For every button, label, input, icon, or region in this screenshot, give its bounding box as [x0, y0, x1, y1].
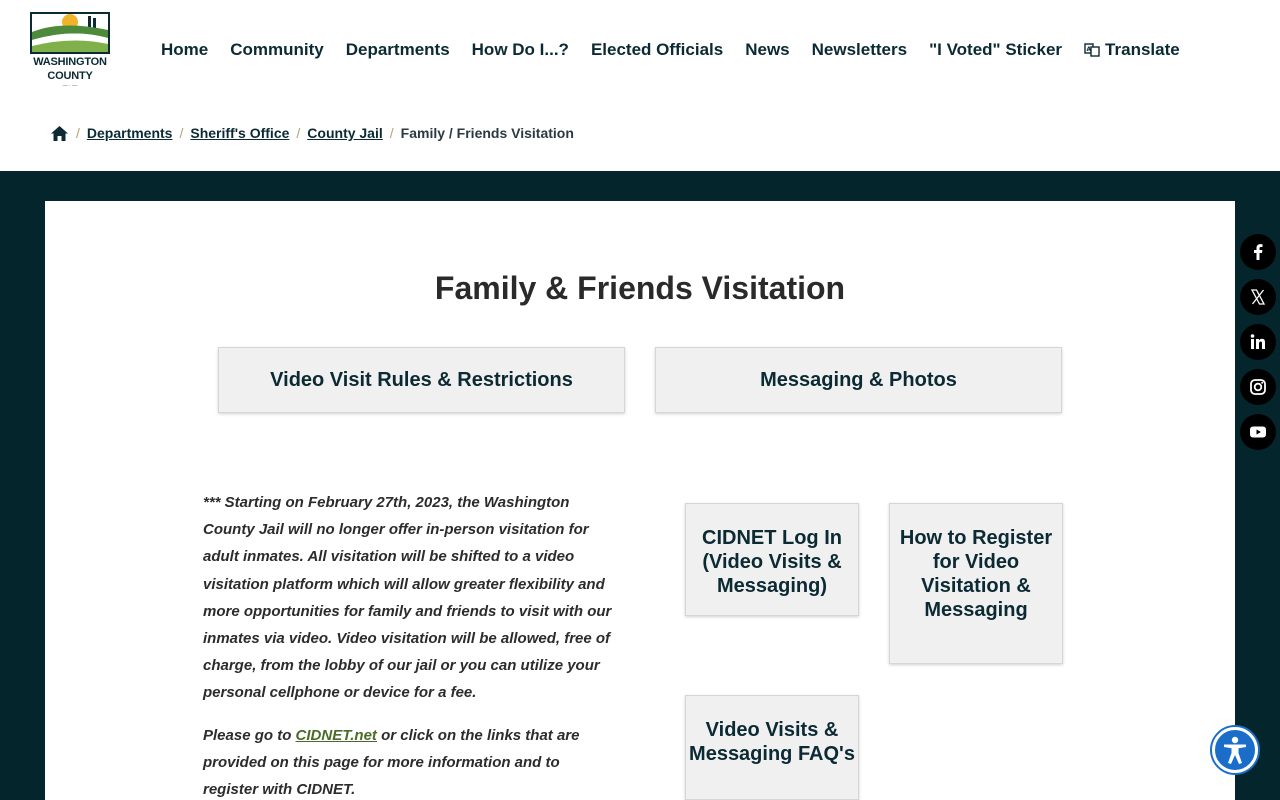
logo-text-washington: WASHINGTON: [33, 56, 107, 68]
linkedin-icon[interactable]: [1240, 324, 1276, 360]
notice-paragraph: *** Starting on February 27th, 2023, the…: [203, 494, 612, 702]
breadcrumb-county-jail[interactable]: County Jail: [307, 125, 382, 141]
nav-translate-label: Translate: [1105, 40, 1180, 59]
site-header: WASHINGTON COUNTY — · — Home Community D…: [0, 0, 1280, 100]
nav-translate[interactable]: A Translate: [1084, 40, 1180, 60]
visitation-notice: *** Starting on February 27th, 2023, the…: [203, 489, 618, 800]
nav-community[interactable]: Community: [230, 40, 324, 60]
breadcrumb-separator: /: [296, 125, 301, 141]
cidnet-login-tile[interactable]: CIDNET Log In (Video Visits & Messaging): [685, 503, 859, 616]
breadcrumb: / Departments / Sheriff's Office / Count…: [50, 122, 574, 144]
breadcrumb-separator: /: [179, 125, 184, 141]
register-video-visitation-tile[interactable]: How to Register for Video Visitation & M…: [889, 503, 1063, 664]
cidnet-text-pre: Please go to: [203, 726, 296, 744]
translate-icon: A: [1084, 43, 1100, 57]
logo-subline: — · —: [62, 83, 78, 89]
breadcrumb-sheriffs-office[interactable]: Sheriff's Office: [190, 125, 289, 141]
breadcrumb-separator: /: [76, 125, 80, 141]
cidnet-paragraph: Please go to CIDNET.net or click on the …: [203, 722, 618, 800]
page-title: Family & Friends Visitation: [434, 270, 846, 306]
county-logo[interactable]: WASHINGTON COUNTY — · —: [30, 12, 110, 89]
nav-departments[interactable]: Departments: [346, 40, 450, 60]
nav-home[interactable]: Home: [161, 40, 208, 60]
x-icon[interactable]: [1240, 279, 1276, 315]
nav-how-do-i[interactable]: How Do I...?: [472, 40, 569, 60]
nav-news[interactable]: News: [745, 40, 789, 60]
nav-elected-officials[interactable]: Elected Officials: [591, 40, 723, 60]
nav-i-voted-sticker[interactable]: "I Voted" Sticker: [929, 40, 1062, 60]
facebook-icon[interactable]: [1240, 234, 1276, 270]
breadcrumb-separator: /: [389, 125, 394, 141]
accessibility-icon: [1224, 736, 1246, 764]
home-icon[interactable]: [50, 125, 69, 142]
breadcrumb-departments[interactable]: Departments: [87, 125, 173, 141]
nav-newsletters[interactable]: Newsletters: [812, 40, 907, 60]
messaging-photos-button[interactable]: Messaging & Photos: [655, 347, 1062, 413]
breadcrumb-current: Family / Friends Visitation: [400, 125, 574, 141]
svg-text:A: A: [1087, 46, 1092, 53]
logo-landscape-icon: [30, 12, 110, 54]
video-visits-faq-tile[interactable]: Video Visits & Messaging FAQ's: [685, 695, 859, 800]
instagram-icon[interactable]: [1240, 369, 1276, 405]
social-bar: [1240, 234, 1276, 459]
youtube-icon[interactable]: [1240, 414, 1276, 450]
main-nav: Home Community Departments How Do I...? …: [150, 36, 1191, 64]
cidnet-link[interactable]: CIDNET.net: [296, 727, 377, 744]
video-visit-rules-button[interactable]: Video Visit Rules & Restrictions: [218, 347, 625, 413]
logo-text-county: COUNTY: [47, 70, 93, 82]
accessibility-button[interactable]: [1212, 727, 1258, 773]
